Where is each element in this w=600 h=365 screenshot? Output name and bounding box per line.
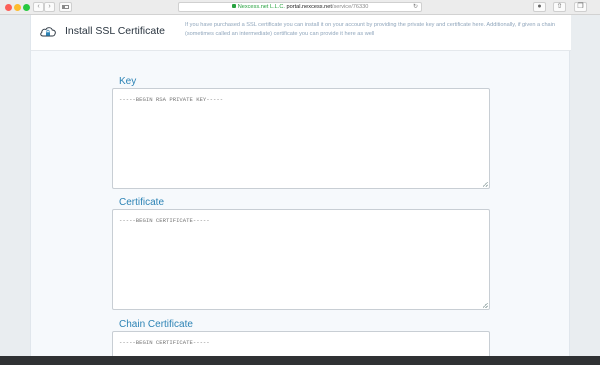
- minimize-window-button[interactable]: [14, 4, 21, 11]
- resize-handle[interactable]: [483, 182, 488, 187]
- page-description: If you have purchased a SSL certificate …: [185, 22, 556, 37]
- tabs-icon: ❐: [577, 3, 584, 10]
- address-bar[interactable]: Nexcess.net L.L.C. portal.nexcess.net/se…: [178, 2, 422, 12]
- downloads-button[interactable]: ●: [533, 2, 546, 12]
- chain-certificate-label: Chain Certificate: [119, 319, 193, 330]
- certificate-input[interactable]: [112, 209, 490, 310]
- content-panel: Install SSL Certificate If you have purc…: [30, 15, 571, 365]
- url-path: /service/76330: [331, 4, 369, 10]
- panel-header: Install SSL Certificate If you have purc…: [31, 15, 571, 51]
- url-host: portal.nexcess.net: [286, 4, 332, 10]
- sidebar-icon: [62, 5, 69, 9]
- share-icon: ⇧: [556, 3, 563, 10]
- certificate-label: Certificate: [119, 197, 165, 208]
- forward-button[interactable]: ›: [44, 2, 55, 12]
- cloud-lock-icon: [40, 27, 56, 37]
- url-organization: Nexcess.net L.L.C.: [237, 4, 285, 10]
- browser-toolbar: ‹ › Nexcess.net L.L.C. portal.nexcess.ne…: [0, 0, 600, 23]
- download-icon: ●: [537, 3, 542, 10]
- sidebar-toggle-button[interactable]: [59, 2, 72, 12]
- page: Install SSL Certificate If you have purc…: [0, 15, 600, 365]
- lock-icon: [231, 4, 236, 8]
- bottom-bar: [0, 356, 600, 365]
- back-button[interactable]: ‹: [33, 2, 44, 12]
- tabs-overview-button[interactable]: ❐: [574, 2, 587, 12]
- key-label: Key: [119, 76, 137, 87]
- close-window-button[interactable]: [5, 4, 12, 11]
- private-key-input[interactable]: [112, 88, 490, 189]
- resize-handle[interactable]: [483, 303, 488, 308]
- zoom-window-button[interactable]: [23, 4, 30, 11]
- reload-icon[interactable]: ↻: [413, 3, 418, 11]
- page-title: Install SSL Certificate: [65, 25, 165, 37]
- share-button[interactable]: ⇧: [553, 2, 566, 12]
